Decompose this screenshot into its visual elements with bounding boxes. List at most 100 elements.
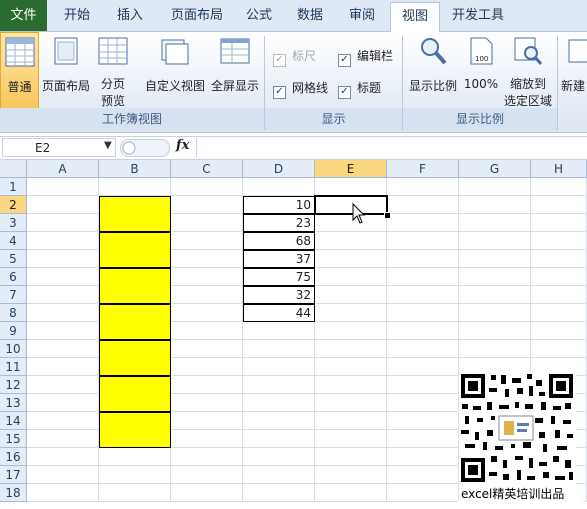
cell-g6[interactable] [459, 268, 531, 286]
row-header-9[interactable]: 9 [0, 322, 27, 340]
column-header-h[interactable]: H [531, 160, 587, 178]
cell-e15[interactable] [315, 430, 387, 448]
cell-a18[interactable] [27, 484, 99, 502]
cell-g4[interactable] [459, 232, 531, 250]
cell-h4[interactable] [531, 232, 587, 250]
cell-c4[interactable] [171, 232, 243, 250]
cell-d4-value[interactable]: 68 [243, 232, 315, 250]
cell-c1[interactable] [171, 178, 243, 196]
cell-c18[interactable] [171, 484, 243, 502]
tab-developer[interactable]: 开发工具 [446, 0, 510, 31]
zoom-button[interactable]: 显示比例 [406, 32, 460, 108]
ruler-checkbox[interactable]: ✓ 标尺 [273, 48, 316, 67]
row-header-10[interactable]: 10 [0, 340, 27, 358]
cell-e1[interactable] [315, 178, 387, 196]
cell-yellow-block[interactable] [99, 412, 171, 448]
zoom-to-selection-button[interactable]: 缩放到 选定区域 [502, 32, 554, 108]
cell-c10[interactable] [171, 340, 243, 358]
cell-c13[interactable] [171, 394, 243, 412]
cell-c17[interactable] [171, 466, 243, 484]
cell-yellow-block[interactable] [99, 232, 171, 268]
cell-f14[interactable] [387, 412, 459, 430]
row-header-12[interactable]: 12 [0, 376, 27, 394]
cell-a7[interactable] [27, 286, 99, 304]
cell-yellow-block[interactable] [99, 196, 171, 232]
cell-e12[interactable] [315, 376, 387, 394]
cell-a3[interactable] [27, 214, 99, 232]
cell-b17[interactable] [99, 466, 171, 484]
cell-f9[interactable] [387, 322, 459, 340]
cell-f4[interactable] [387, 232, 459, 250]
cell-f11[interactable] [387, 358, 459, 376]
cell-h1[interactable] [531, 178, 587, 196]
cell-e16[interactable] [315, 448, 387, 466]
cell-f15[interactable] [387, 430, 459, 448]
tab-review[interactable]: 审阅 [338, 0, 386, 31]
column-header-c[interactable]: C [171, 160, 243, 178]
cell-e18[interactable] [315, 484, 387, 502]
cell-f17[interactable] [387, 466, 459, 484]
column-header-b[interactable]: B [99, 160, 171, 178]
name-box[interactable]: E2 [2, 138, 116, 157]
cell-a13[interactable] [27, 394, 99, 412]
formula-bar-resize-icon[interactable] [120, 139, 170, 157]
column-header-e[interactable]: E [315, 160, 387, 178]
cell-f18[interactable] [387, 484, 459, 502]
tab-view[interactable]: 视图 [390, 2, 440, 33]
tab-file[interactable]: 文件 [0, 0, 47, 31]
row-header-16[interactable]: 16 [0, 448, 27, 466]
headings-checkbox[interactable]: ✓ 标题 [338, 80, 381, 99]
cell-a15[interactable] [27, 430, 99, 448]
cell-g1[interactable] [459, 178, 531, 196]
cell-e5[interactable] [315, 250, 387, 268]
cell-yellow-block[interactable] [99, 304, 171, 340]
cell-h6[interactable] [531, 268, 587, 286]
tab-home[interactable]: 开始 [52, 0, 102, 31]
cell-d6-value[interactable]: 75 [243, 268, 315, 286]
select-all-corner[interactable] [0, 160, 27, 178]
active-cell-e2[interactable] [314, 195, 388, 215]
cell-a4[interactable] [27, 232, 99, 250]
cell-d16[interactable] [243, 448, 315, 466]
cell-c3[interactable] [171, 214, 243, 232]
cell-d5-value[interactable]: 37 [243, 250, 315, 268]
cell-f16[interactable] [387, 448, 459, 466]
cell-e17[interactable] [315, 466, 387, 484]
cell-h3[interactable] [531, 214, 587, 232]
cell-d3-value[interactable]: 23 [243, 214, 315, 232]
cell-a9[interactable] [27, 322, 99, 340]
row-header-3[interactable]: 3 [0, 214, 27, 232]
cell-a17[interactable] [27, 466, 99, 484]
cell-d18[interactable] [243, 484, 315, 502]
row-header-1[interactable]: 1 [0, 178, 27, 196]
page-break-preview-button[interactable]: 分页 预览 [95, 32, 131, 108]
formula-input[interactable] [196, 138, 585, 157]
cell-e13[interactable] [315, 394, 387, 412]
cell-yellow-block[interactable] [99, 268, 171, 304]
cell-c12[interactable] [171, 376, 243, 394]
cell-yellow-block[interactable] [99, 340, 171, 376]
cell-g7[interactable] [459, 286, 531, 304]
cell-f10[interactable] [387, 340, 459, 358]
cell-g10[interactable] [459, 340, 531, 358]
tab-data[interactable]: 数据 [286, 0, 334, 31]
cell-d7-value[interactable]: 32 [243, 286, 315, 304]
cell-a16[interactable] [27, 448, 99, 466]
cell-e8[interactable] [315, 304, 387, 322]
custom-views-button[interactable]: 自定义视图 [143, 32, 207, 108]
row-header-8[interactable]: 8 [0, 304, 27, 322]
row-header-7[interactable]: 7 [0, 286, 27, 304]
tab-page-layout[interactable]: 页面布局 [160, 0, 234, 31]
cell-h9[interactable] [531, 322, 587, 340]
cell-h8[interactable] [531, 304, 587, 322]
formula-bar-checkbox[interactable]: ✓ 编辑栏 [338, 48, 393, 67]
cell-e10[interactable] [315, 340, 387, 358]
column-header-g[interactable]: G [459, 160, 531, 178]
cell-c16[interactable] [171, 448, 243, 466]
cell-f13[interactable] [387, 394, 459, 412]
cell-a14[interactable] [27, 412, 99, 430]
cell-d9[interactable] [243, 322, 315, 340]
column-header-d[interactable]: D [243, 160, 315, 178]
row-header-14[interactable]: 14 [0, 412, 27, 430]
cell-d13[interactable] [243, 394, 315, 412]
